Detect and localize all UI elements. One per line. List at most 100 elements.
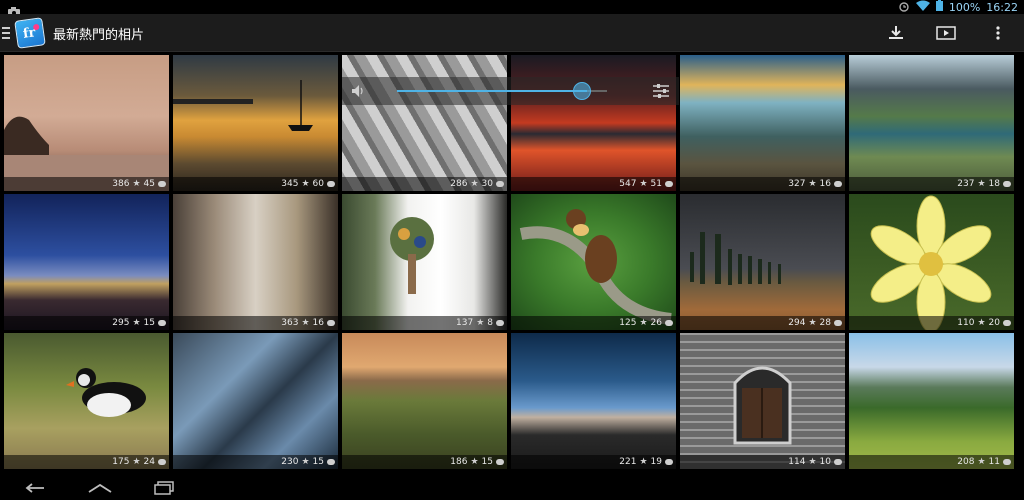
comments-count: 51	[650, 179, 662, 189]
favorites-count: 125	[619, 318, 637, 328]
photo-tile[interactable]: 363 ★ 16	[173, 194, 338, 330]
comments-count: 11	[988, 457, 1000, 467]
favorites-count: 345	[281, 179, 299, 189]
photo-tile[interactable]: 237 ★ 18	[849, 55, 1014, 191]
city-lights-night-photo	[4, 194, 169, 330]
favorites-count: 208	[957, 457, 975, 467]
favorites-count: 327	[788, 179, 806, 189]
star-icon: ★	[639, 318, 648, 328]
comments-count: 15	[312, 457, 324, 467]
volume-panel	[342, 77, 679, 105]
comment-icon	[496, 181, 504, 187]
photo-tile[interactable]: 137 ★ 8	[342, 194, 507, 330]
download-button[interactable]	[884, 22, 908, 44]
comment-icon	[1003, 459, 1011, 465]
star-icon: ★	[808, 457, 817, 467]
overflow-menu-icon	[996, 26, 1000, 40]
favorites-count: 294	[788, 318, 806, 328]
hexagon-architecture-photo	[342, 55, 507, 191]
photo-tile[interactable]: 294 ★ 28	[680, 194, 845, 330]
pine-marten-photo	[511, 194, 676, 330]
comments-count: 26	[650, 318, 662, 328]
star-icon: ★	[132, 179, 141, 189]
photo-tile[interactable]: 327 ★ 16	[680, 55, 845, 191]
star-icon: ★	[977, 457, 986, 467]
photo-tile[interactable]: 221 ★ 19	[511, 333, 676, 469]
battery-level: 100%	[948, 0, 981, 14]
photo-tile[interactable]: 295 ★ 15	[4, 194, 169, 330]
home-button[interactable]	[85, 478, 115, 498]
star-icon: ★	[301, 318, 310, 328]
photo-tile[interactable]: 175 ★ 24	[4, 333, 169, 469]
wedding-bouquet-photo	[342, 194, 507, 330]
star-icon: ★	[977, 179, 986, 189]
favorites-count: 221	[619, 457, 637, 467]
slideshow-button[interactable]	[934, 22, 958, 44]
photo-tile[interactable]: 125 ★ 26	[511, 194, 676, 330]
star-icon: ★	[470, 457, 479, 467]
night-clouds-photo	[511, 333, 676, 469]
photo-tile[interactable]: 386 ★ 45	[4, 55, 169, 191]
photo-grid: 386 ★ 45 345 ★ 60 286 ★ 30 547 ★ 51 327 ★ 16 237 ★ 1…	[4, 55, 1020, 470]
app-home-button[interactable]: fr	[0, 17, 46, 49]
action-bar: fr 最新熱門的相片	[0, 14, 1024, 52]
comments-count: 10	[819, 457, 831, 467]
volume-level-fill	[397, 90, 587, 92]
wifi-icon	[915, 0, 930, 14]
star-icon: ★	[301, 457, 310, 467]
volume-settings-icon[interactable]	[652, 83, 670, 103]
star-icon: ★	[977, 318, 986, 328]
photo-tile[interactable]: 208 ★ 11	[849, 333, 1014, 469]
photo-tile[interactable]: 286 ★ 30	[342, 55, 507, 191]
sunset-sailboat-photo	[173, 55, 338, 191]
clock: 16:22	[986, 0, 1018, 14]
star-icon: ★	[301, 179, 310, 189]
comment-icon	[665, 320, 673, 326]
comments-count: 30	[481, 179, 493, 189]
photo-tile[interactable]: 110 ★ 20	[849, 194, 1014, 330]
comment-icon	[834, 459, 842, 465]
favorites-count: 114	[788, 457, 806, 467]
recent-apps-button[interactable]	[149, 478, 179, 498]
comments-count: 8	[487, 318, 493, 328]
photo-tile[interactable]: 230 ★ 15	[173, 333, 338, 469]
comment-icon	[327, 181, 335, 187]
puffin-photo	[4, 333, 169, 469]
comment-icon	[496, 459, 504, 465]
favorites-count: 386	[112, 179, 130, 189]
favorites-count: 110	[957, 318, 975, 328]
comment-icon	[1003, 181, 1011, 187]
comments-count: 28	[819, 318, 831, 328]
favorites-count: 295	[112, 318, 130, 328]
favorites-count: 137	[456, 318, 474, 328]
canyon-forest-photo	[342, 333, 507, 469]
back-icon	[25, 483, 44, 493]
battery-icon	[935, 0, 943, 14]
favorites-count: 175	[112, 457, 130, 467]
favorites-count: 547	[619, 179, 637, 189]
comment-icon	[158, 181, 166, 187]
speaker-icon	[350, 83, 366, 103]
back-button[interactable]	[21, 478, 51, 498]
volume-slider-thumb[interactable]	[573, 82, 591, 100]
comments-count: 16	[819, 179, 831, 189]
brick-window-photo	[680, 333, 845, 469]
star-icon: ★	[132, 457, 141, 467]
photo-tile[interactable]: 186 ★ 15	[342, 333, 507, 469]
comment-icon	[327, 459, 335, 465]
comment-icon	[665, 459, 673, 465]
favorites-count: 186	[450, 457, 468, 467]
favorites-count: 237	[957, 179, 975, 189]
comment-icon	[665, 181, 673, 187]
overflow-menu-button[interactable]	[986, 22, 1010, 44]
comments-count: 19	[650, 457, 662, 467]
photo-tile[interactable]: 345 ★ 60	[173, 55, 338, 191]
photo-tile[interactable]: 114 ★ 10	[680, 333, 845, 469]
cypress-trees-photo	[680, 194, 845, 330]
comments-count: 24	[143, 457, 155, 467]
photo-tile[interactable]: 547 ★ 51	[511, 55, 676, 191]
star-icon: ★	[132, 318, 141, 328]
status-bar: 100% 16:22	[0, 0, 1024, 17]
favorites-count: 363	[281, 318, 299, 328]
slideshow-play-icon	[936, 26, 956, 40]
